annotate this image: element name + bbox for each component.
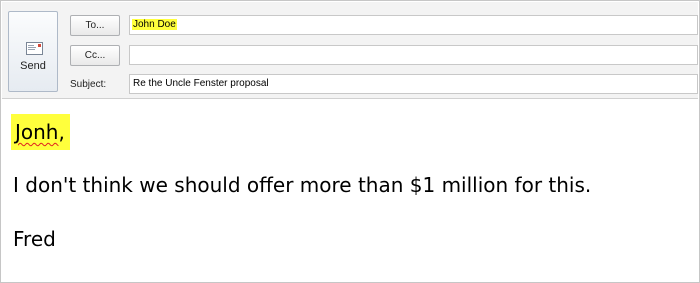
- misspelled-word[interactable]: Jonh: [15, 120, 59, 144]
- envelope-icon: [26, 42, 43, 55]
- greeting-line[interactable]: Jonh,: [11, 114, 70, 150]
- subject-label: Subject:: [70, 79, 107, 90]
- subject-field[interactable]: Re the Uncle Fenster proposal: [129, 74, 698, 94]
- send-button-label: Send: [20, 60, 46, 72]
- cc-field[interactable]: [129, 45, 698, 65]
- signature[interactable]: Fred: [13, 227, 56, 251]
- to-button[interactable]: To...: [70, 15, 120, 36]
- body-text[interactable]: I don't think we should offer more than …: [13, 173, 591, 197]
- compose-window: Send To... Cc... Subject: John Doe Re th…: [0, 0, 700, 283]
- cc-button[interactable]: Cc...: [70, 45, 120, 66]
- to-recipient: John Doe: [132, 19, 177, 30]
- to-field[interactable]: John Doe: [129, 15, 698, 35]
- send-button[interactable]: Send: [8, 11, 58, 92]
- greeting-punctuation: ,: [58, 120, 65, 144]
